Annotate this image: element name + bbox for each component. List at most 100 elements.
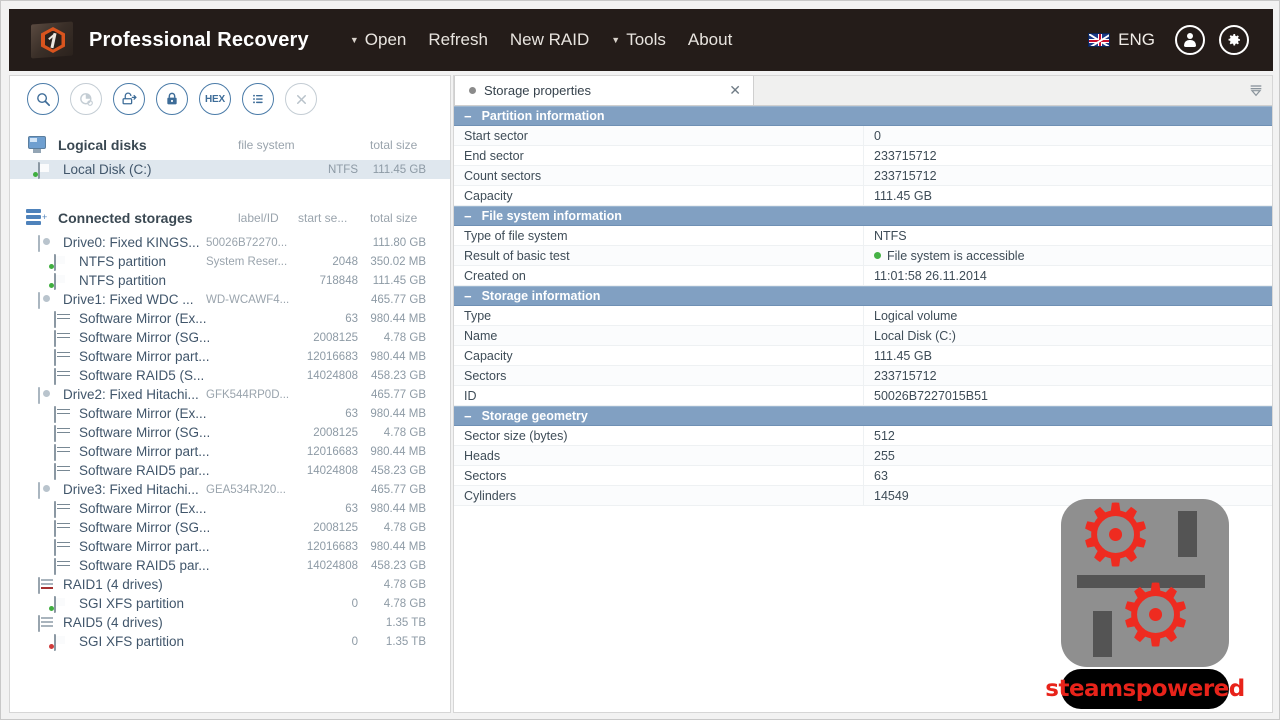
menu-item-tools[interactable]: ▼ Tools [600,24,677,56]
property-key: Heads [454,445,864,466]
property-key: Result of basic test [454,245,864,266]
tree-row-label: Software Mirror (SG... [79,425,211,440]
raid-icon [38,614,56,632]
property-group-header[interactable]: − Partition information [454,106,1272,126]
column-file-system: file system [238,138,295,152]
tree-row[interactable]: Software Mirror part... 12016683 980.44 MB [10,347,450,366]
list-item-size: 111.45 GB [372,163,426,176]
properties-body: − Partition information Start sector 0 End s… [454,106,1272,506]
property-row: Cylinders 14549 [454,485,1272,506]
tree-row[interactable]: Drive2: Fixed Hitachi... GFK544RP0D... 465… [10,385,450,404]
tree-row[interactable]: NTFS partition System Reser... 2048 350.02 … [10,252,450,271]
menu-item-refresh[interactable]: Refresh [417,24,499,56]
property-value: 63 [874,468,888,483]
tree-row-labelid: WD-WCAWF4... [206,293,290,306]
menu-item-tools-label: Tools [626,30,666,49]
property-value: 233715712 [874,368,937,383]
tree-row[interactable]: Software Mirror (Ex... 63 980.44 MB [10,404,450,423]
list-item-label: Local Disk (C:) [63,162,152,177]
collapse-icon[interactable]: − [464,290,472,303]
settings-button[interactable] [1219,25,1249,55]
property-value: 233715712 [874,168,937,183]
server-icon [54,500,72,518]
tree-row[interactable]: Drive0: Fixed KINGS... 50026B72270... 111.… [10,233,450,252]
raid-alert-icon [38,576,56,594]
tree-row-start-sector: 2008125 [313,426,358,439]
hex-editor-button[interactable]: HEX [199,83,231,115]
tree-row[interactable]: Software RAID5 par... 14024808 458.23 GB [10,461,450,480]
tree-row[interactable]: NTFS partition 718848 111.45 GB [10,271,450,290]
menu-item-new-raid[interactable]: New RAID [499,24,600,56]
tree-row-total-size: 1.35 TB [385,616,426,629]
property-key: Count sectors [454,165,864,186]
tree-row-start-sector: 2048 [332,255,358,268]
tree-row[interactable]: Software Mirror (SG... 2008125 4.78 GB [10,518,450,537]
property-row: End sector 233715712 [454,145,1272,166]
tree-row-label: Drive3: Fixed Hitachi... [63,482,199,497]
tree-row[interactable]: Software Mirror part... 12016683 980.44 MB [10,537,450,556]
search-icon [36,92,50,106]
tab-storage-properties[interactable]: Storage properties ✕ [454,76,754,105]
tree-row-label: Drive1: Fixed WDC ... [63,292,194,307]
storages-stack-icon: + [26,209,48,227]
tree-row-labelid: GEA534RJ20... [206,483,286,496]
tree-row[interactable]: SGI XFS partition 0 4.78 GB [10,594,450,613]
tree-row-total-size: 980.44 MB [370,407,426,420]
partition-icon [49,253,72,271]
property-group-header[interactable]: − Storage geometry [454,406,1272,426]
tree-row[interactable]: Software RAID5 par... 14024808 458.23 GB [10,556,450,575]
tree-row-label: Software Mirror (SG... [79,520,211,535]
property-value: Logical volume [874,308,958,323]
tree-row[interactable]: Drive3: Fixed Hitachi... GEA534RJ20... 465… [10,480,450,499]
tree-row-total-size: 111.80 GB [372,236,426,249]
application-window: Professional Recovery ▼ Open Refresh New… [0,0,1280,720]
tree-row[interactable]: Software Mirror (SG... 2008125 4.78 GB [10,423,450,442]
property-key: Capacity [454,345,864,366]
tree-row-total-size: 980.44 MB [370,350,426,363]
tree-row[interactable]: RAID5 (4 drives) 1.35 TB [10,613,450,632]
lock-button[interactable] [156,83,188,115]
property-value: 0 [874,128,881,143]
menu-item-about[interactable]: About [677,24,743,56]
collapse-icon[interactable]: − [464,110,472,123]
close-tree-button[interactable] [285,83,317,115]
user-account-button[interactable] [1175,25,1205,55]
property-value-cell: 111.45 GB [864,189,932,203]
search-button[interactable] [27,83,59,115]
property-key: Type [454,305,864,326]
tree-row-total-size: 111.45 GB [372,274,426,287]
tree-row-start-sector: 12016683 [306,350,358,363]
tree-row-start-sector: 2008125 [313,331,358,344]
tree-row-label: Software RAID5 par... [79,463,210,478]
tree-row[interactable]: Software Mirror part... 12016683 980.44 MB [10,442,450,461]
property-group-header[interactable]: − File system information [454,206,1272,226]
tree-row[interactable]: RAID1 (4 drives) 4.78 GB [10,575,450,594]
tree-row-total-size: 4.78 GB [383,521,426,534]
language-selector[interactable]: ENG [1088,30,1161,50]
tree-row[interactable]: Drive1: Fixed WDC ... WD-WCAWF4... 465.77 … [10,290,450,309]
property-row: Created on 11:01:58 26.11.2014 [454,265,1272,286]
tree-row[interactable]: SGI XFS partition 0 1.35 TB [10,632,450,651]
tree-row[interactable]: Software Mirror (SG... 2008125 4.78 GB [10,328,450,347]
tree-row-start-sector: 14024808 [306,369,358,382]
disk-usage-chart-button[interactable] [70,83,102,115]
tree-row[interactable]: Software Mirror (Ex... 63 980.44 MB [10,309,450,328]
tree-row-total-size: 4.78 GB [383,331,426,344]
property-group-header[interactable]: − Storage information [454,286,1272,306]
property-row: Start sector 0 [454,125,1272,146]
tree-row-label: NTFS partition [79,273,167,288]
tree-row[interactable]: Software Mirror (Ex... 63 980.44 MB [10,499,450,518]
menu-item-open[interactable]: ▼ Open [339,24,418,56]
tab-close-icon[interactable]: ✕ [729,82,741,99]
list-item-local-disk-c[interactable]: Local Disk (C:) NTFS 111.45 GB [10,160,450,179]
create-disk-image-button[interactable] [113,83,145,115]
property-key: Type of file system [454,225,864,246]
property-value: NTFS [874,228,907,243]
property-value-cell: Local Disk (C:) [864,329,956,343]
list-view-button[interactable] [242,83,274,115]
tree-row[interactable]: Software RAID5 (S... 14024808 458.23 GB [10,366,450,385]
tab-list-menu-icon[interactable] [1248,82,1264,98]
menu-item-about-label: About [687,30,733,49]
collapse-icon[interactable]: − [464,410,472,423]
collapse-icon[interactable]: − [464,210,472,223]
